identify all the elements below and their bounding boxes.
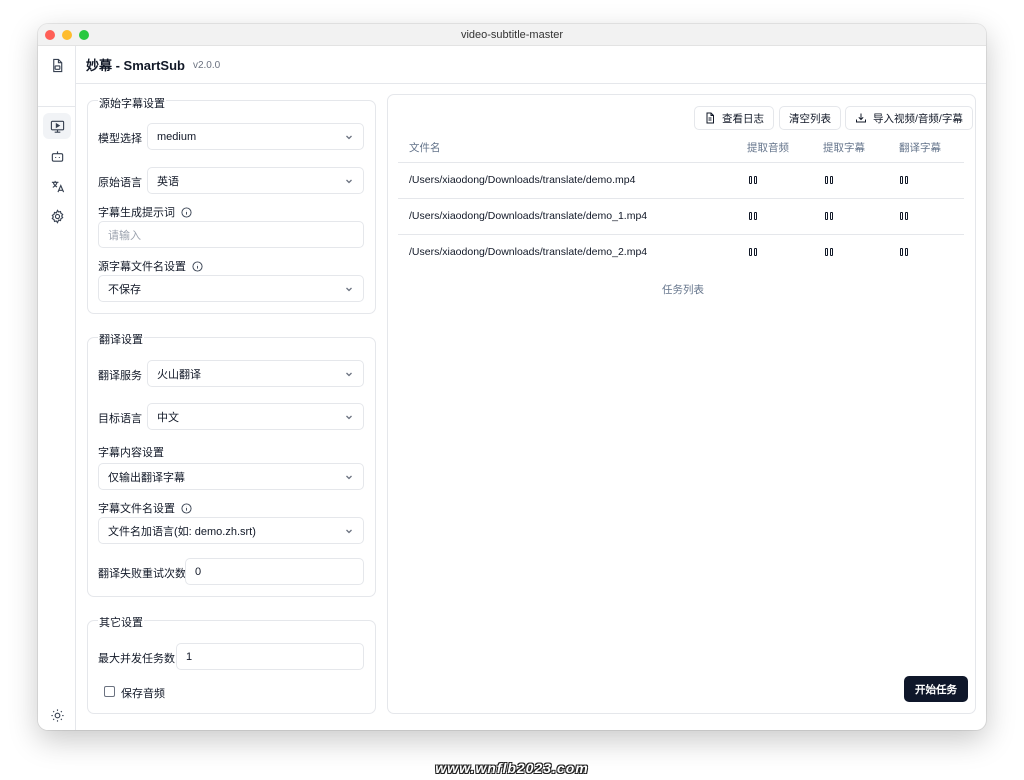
source-settings-title: 源始字幕设置: [98, 95, 166, 111]
view-log-label: 查看日志: [722, 112, 764, 125]
import-label: 导入视频/音频/字幕: [873, 112, 963, 125]
chevron-down-icon: [344, 176, 354, 186]
table-divider: [398, 234, 964, 235]
window-title: video-subtitle-master: [460, 29, 564, 41]
chevron-down-icon: [344, 284, 354, 294]
start-task-label: 开始任务: [915, 683, 957, 696]
watermark-text: www.wnflb2023.com: [435, 760, 589, 776]
pause-icon: [749, 212, 759, 222]
table-row-file: /Users/xiaodong/Downloads/translate/demo…: [409, 210, 648, 222]
app-version: v2.0.0: [192, 60, 221, 71]
source-language-label: 原始语言: [98, 177, 142, 189]
title-bar: video-subtitle-master: [38, 24, 986, 46]
source-language-value: 英语: [157, 175, 179, 188]
window-controls: [45, 30, 89, 40]
retry-count-value: 0: [195, 565, 202, 578]
model-select-value: medium: [157, 130, 197, 143]
download-icon: [856, 113, 866, 123]
subtitle-content-value: 仅输出翻译字幕: [108, 471, 185, 484]
subtitle-filename-label: 字幕文件名设置: [98, 500, 192, 516]
translate-service-value: 火山翻译: [157, 368, 201, 381]
concurrency-value: 1: [186, 650, 193, 663]
bot-icon[interactable]: [43, 143, 71, 169]
table-row-file: /Users/xiaodong/Downloads/translate/demo…: [409, 246, 648, 258]
source-filename-label: 源字幕文件名设置: [98, 258, 203, 274]
source-language-select[interactable]: 英语: [147, 167, 364, 194]
subtitle-filename-select[interactable]: 文件名加语言(如: demo.zh.srt): [98, 517, 364, 544]
pause-icon: [900, 212, 910, 222]
translate-settings-title: 翻译设置: [98, 331, 144, 347]
import-button[interactable]: 导入视频/音频/字幕: [845, 106, 973, 130]
chevron-down-icon: [344, 526, 354, 536]
pause-icon: [825, 212, 835, 222]
table-header-filename: 文件名: [409, 142, 441, 154]
retry-count-input[interactable]: 0: [185, 558, 364, 585]
chevron-down-icon: [344, 369, 354, 379]
save-audio-label: 保存音频: [121, 688, 165, 700]
chevron-down-icon: [344, 412, 354, 422]
subtitle-filename-value: 文件名加语言(如: demo.zh.srt): [108, 525, 256, 538]
pause-icon: [825, 176, 835, 186]
translate-service-select[interactable]: 火山翻译: [147, 360, 364, 387]
pause-icon: [900, 248, 910, 258]
prompt-input-placeholder: 请输入: [108, 229, 141, 242]
concurrency-label: 最大并发任务数: [98, 653, 175, 665]
source-filename-select[interactable]: 不保存: [98, 275, 364, 302]
info-icon[interactable]: [181, 502, 192, 514]
chevron-down-icon: [344, 132, 354, 142]
info-icon[interactable]: [181, 206, 192, 218]
sun-icon[interactable]: [43, 702, 71, 728]
pause-icon: [825, 248, 835, 258]
pause-icon: [749, 176, 759, 186]
concurrency-input[interactable]: 1: [176, 643, 364, 670]
prompt-label: 字幕生成提示词: [98, 204, 192, 220]
target-language-value: 中文: [157, 411, 179, 424]
table-divider: [398, 162, 964, 163]
subtitle-content-select[interactable]: 仅输出翻译字幕: [98, 463, 364, 490]
app-name: 妙幕 - SmartSub: [86, 58, 185, 73]
table-row-file: /Users/xiaodong/Downloads/translate/demo…: [409, 174, 636, 186]
clear-list-label: 清空列表: [789, 112, 831, 125]
model-label: 模型选择: [98, 133, 142, 145]
translate-service-label: 翻译服务: [98, 370, 142, 382]
prompt-input[interactable]: 请输入: [98, 221, 364, 248]
target-language-select[interactable]: 中文: [147, 403, 364, 430]
file-subtitle-icon[interactable]: [43, 52, 71, 78]
close-window-button[interactable]: [45, 30, 55, 40]
save-audio-checkbox[interactable]: [104, 686, 115, 697]
languages-icon[interactable]: [43, 173, 71, 199]
subtitle-content-label: 字幕内容设置: [98, 447, 164, 459]
gear-icon[interactable]: [43, 203, 71, 229]
target-language-label: 目标语言: [98, 413, 142, 425]
retry-label: 翻译失败重试次数: [98, 568, 186, 580]
table-header-extract-subtitle: 提取字幕: [823, 142, 865, 154]
model-select[interactable]: medium: [147, 123, 364, 150]
info-icon[interactable]: [192, 260, 203, 272]
sidebar: [38, 46, 76, 730]
sidebar-divider: [38, 106, 76, 107]
minimize-window-button[interactable]: [62, 30, 72, 40]
table-caption: 任务列表: [662, 284, 704, 296]
pause-icon: [749, 248, 759, 258]
pause-icon: [900, 176, 910, 186]
table-header-translate-subtitle: 翻译字幕: [899, 142, 941, 154]
view-log-button[interactable]: 查看日志: [694, 106, 774, 130]
chevron-down-icon: [344, 472, 354, 482]
monitor-play-icon[interactable]: [43, 113, 71, 139]
task-panel: [387, 94, 976, 714]
file-text-icon: [706, 112, 714, 124]
start-task-button[interactable]: 开始任务: [904, 676, 968, 702]
clear-list-button[interactable]: 清空列表: [779, 106, 841, 130]
source-filename-value: 不保存: [108, 283, 141, 296]
other-settings-title: 其它设置: [98, 614, 144, 630]
table-divider: [398, 198, 964, 199]
zoom-window-button[interactable]: [79, 30, 89, 40]
table-header-extract-audio: 提取音频: [747, 142, 789, 154]
app-header: 妙幕 - SmartSub v2.0.0: [76, 46, 986, 84]
github-icon[interactable]: [43, 726, 71, 730]
